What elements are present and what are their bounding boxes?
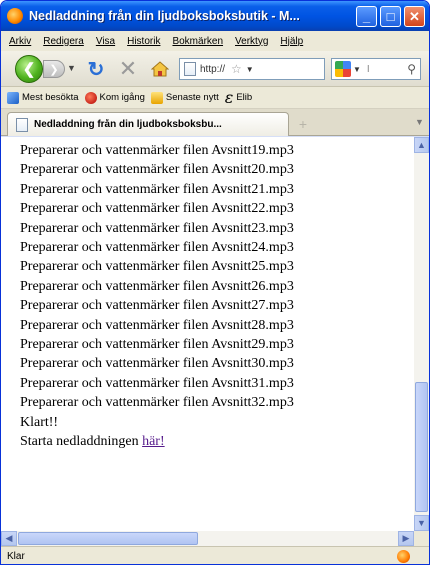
progress-line: Preparerar och vattenmärker filen Avsnit…: [20, 240, 294, 256]
bookmark-label: Kom igång: [99, 92, 145, 103]
tab-strip: Nedladdning från din ljudboksboksbu... +…: [1, 109, 429, 136]
bookmark-label: Mest besökta: [22, 92, 79, 103]
elib-icon: ε: [224, 87, 234, 107]
search-bar[interactable]: ▼ I ⚲: [331, 58, 421, 80]
window-title: Nedladdning från din ljudboksboksbutik -…: [29, 9, 300, 23]
progress-line: Preparerar och vattenmärker filen Avsnit…: [20, 356, 294, 372]
search-input[interactable]: I: [367, 64, 370, 75]
search-engine-dropdown-icon[interactable]: ▼: [353, 65, 361, 74]
google-icon[interactable]: [335, 61, 351, 77]
bookmark-star-icon[interactable]: ☆: [231, 62, 242, 76]
chevron-up-icon: ▲: [417, 140, 426, 150]
menu-arkiv[interactable]: Arkiv: [9, 36, 31, 47]
forward-arrow-icon: ❯: [49, 63, 59, 76]
bookmark-label: Senaste nytt: [165, 92, 219, 103]
bookmark-get-started[interactable]: Kom igång: [84, 91, 145, 104]
home-icon: [151, 61, 169, 77]
chevron-right-icon: ▶: [402, 533, 410, 543]
menu-bar: Arkiv Redigera Visa Historik Bokmärken V…: [1, 31, 429, 51]
url-input[interactable]: http://: [200, 64, 225, 75]
progress-line: Preparerar och vattenmärker filen Avsnit…: [20, 220, 294, 236]
bookmark-most-visited[interactable]: Mest besökta: [7, 91, 79, 104]
most-visited-icon: [7, 91, 19, 104]
horizontal-scroll-thumb[interactable]: [18, 532, 198, 545]
chevron-left-icon: ◀: [5, 533, 13, 543]
progress-line: Preparerar och vattenmärker filen Avsnit…: [20, 317, 294, 333]
progress-line: Preparerar och vattenmärker filen Avsnit…: [20, 181, 294, 197]
menu-bokmarken[interactable]: Bokmärken: [172, 36, 223, 47]
progress-line: Preparerar och vattenmärker filen Avsnit…: [20, 395, 294, 411]
page-icon: [16, 117, 28, 132]
progress-line: Preparerar och vattenmärker filen Avsnit…: [20, 337, 294, 353]
tab-list-icon[interactable]: ▼: [415, 117, 425, 129]
tab-active[interactable]: Nedladdning från din ljudboksboksbu...: [7, 112, 289, 136]
menu-historik[interactable]: Historik: [127, 36, 160, 47]
scroll-down-button[interactable]: ▼: [414, 515, 429, 531]
start-download-text: Starta nedladdningen: [20, 434, 143, 450]
progress-line: Preparerar och vattenmärker filen Avsnit…: [20, 143, 294, 158]
status-bar: Klar: [1, 546, 429, 564]
page-content: Preparerar och vattenmärker filen Avsnit…: [1, 137, 414, 531]
progress-line: Preparerar och vattenmärker filen Avsnit…: [20, 375, 294, 391]
back-button[interactable]: ❮: [15, 55, 43, 83]
menu-visa[interactable]: Visa: [96, 36, 115, 47]
search-icon[interactable]: ⚲: [407, 62, 416, 76]
history-dropdown-icon[interactable]: ▼: [67, 63, 76, 73]
scroll-up-button[interactable]: ▲: [414, 137, 429, 153]
title-bar[interactable]: Nedladdning från din ljudboksboksbutik -…: [1, 1, 429, 31]
bookmark-elib[interactable]: ε Elib: [224, 87, 253, 107]
url-dropdown-icon[interactable]: ▼: [246, 65, 254, 74]
bookmark-label: Elib: [236, 92, 253, 103]
vertical-scrollbar[interactable]: ▲ ▼: [414, 137, 429, 531]
progress-line: Preparerar och vattenmärker filen Avsnit…: [20, 278, 294, 294]
close-button[interactable]: ✕: [404, 6, 425, 27]
progress-line: Preparerar och vattenmärker filen Avsnit…: [20, 162, 294, 178]
chevron-down-icon: ▼: [417, 518, 426, 528]
done-text: Klart!!: [20, 414, 59, 430]
reload-button[interactable]: ↻: [84, 57, 108, 81]
menu-hjalp[interactable]: Hjälp: [280, 36, 303, 47]
url-bar[interactable]: http:// ☆ ▼: [179, 58, 325, 80]
reload-icon: ↻: [87, 58, 105, 81]
new-tab-button[interactable]: +: [293, 115, 313, 133]
horizontal-scrollbar[interactable]: ◀ ▶: [1, 531, 414, 546]
stop-icon: ✕: [118, 56, 138, 81]
firefox-icon: [7, 8, 23, 24]
browser-window: Nedladdning från din ljudboksboksbutik -…: [0, 0, 430, 565]
get-started-icon: [84, 91, 97, 104]
status-text: Klar: [7, 550, 25, 562]
menu-verktyg[interactable]: Verktyg: [235, 36, 268, 47]
forward-button[interactable]: ❯: [43, 60, 65, 78]
home-button[interactable]: [148, 57, 172, 81]
start-download-line: Starta nedladdningen här!: [20, 432, 414, 451]
progress-line: Preparerar och vattenmärker filen Avsnit…: [20, 298, 294, 314]
page-icon: [184, 62, 196, 76]
progress-line: Preparerar och vattenmärker filen Avsnit…: [20, 259, 294, 275]
navigation-toolbar: ❮ ❯ ▼ ↻ ✕ http:// ☆ ▼ ▼ I ⚲: [1, 51, 429, 87]
back-arrow-icon: ❮: [22, 61, 36, 78]
rss-folder-icon: [150, 91, 163, 104]
minimize-button[interactable]: _: [356, 6, 377, 27]
maximize-button[interactable]: □: [380, 6, 401, 27]
vertical-scroll-thumb[interactable]: [415, 382, 428, 512]
stop-button[interactable]: ✕: [116, 56, 140, 81]
bookmark-latest-news[interactable]: Senaste nytt: [150, 91, 219, 104]
progress-line: Preparerar och vattenmärker filen Avsnit…: [20, 201, 294, 217]
scrollbar-corner: [414, 531, 429, 546]
tab-title: Nedladdning från din ljudboksboksbu...: [34, 119, 222, 130]
bookmarks-toolbar: Mest besökta Kom igång Senaste nytt ε El…: [1, 87, 429, 109]
scroll-left-button[interactable]: ◀: [1, 531, 17, 546]
download-link[interactable]: här!: [142, 434, 165, 449]
menu-redigera[interactable]: Redigera: [43, 36, 84, 47]
addon-status-icon[interactable]: [397, 550, 410, 563]
scroll-right-button[interactable]: ▶: [398, 531, 414, 546]
